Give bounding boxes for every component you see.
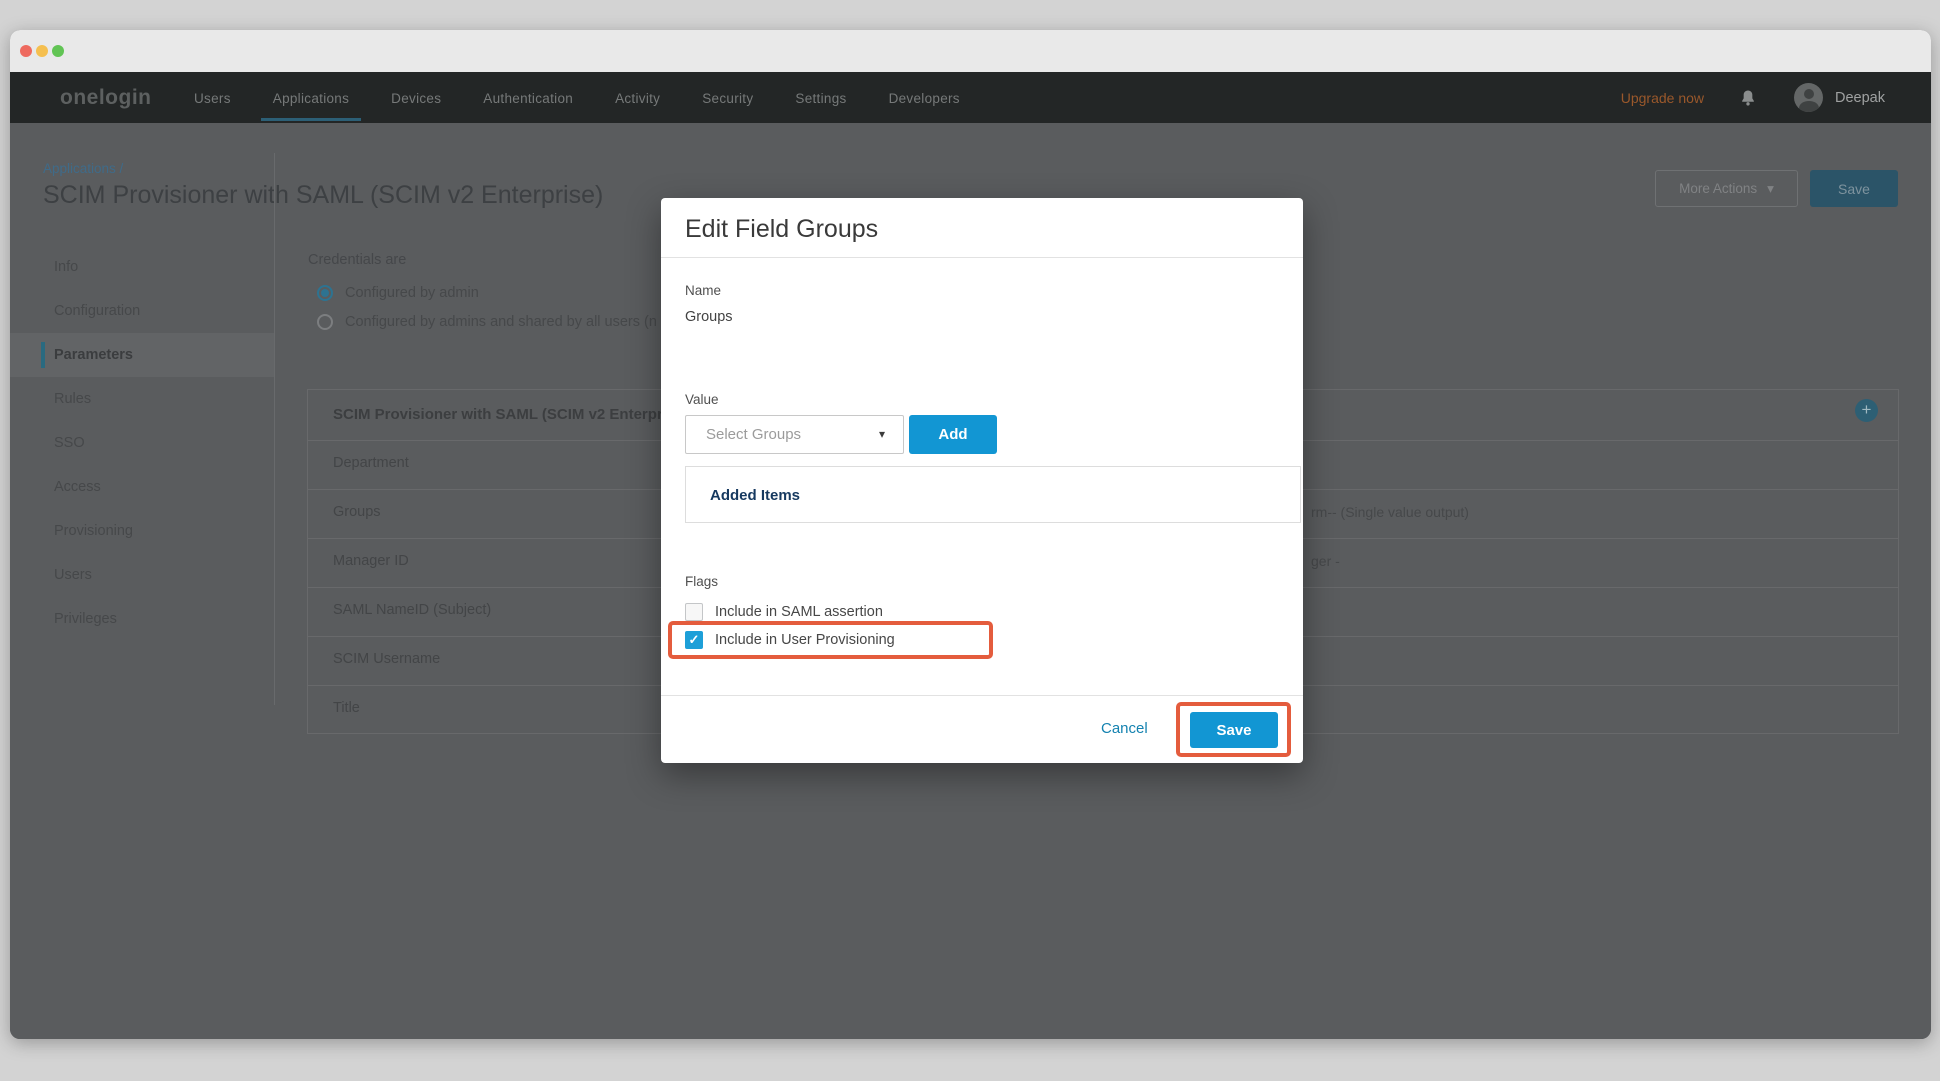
edit-field-groups-modal: Edit Field Groups Name Groups Value Sele…	[661, 198, 1303, 763]
notifications-bell-icon[interactable]	[1738, 88, 1758, 108]
upgrade-now-link[interactable]: Upgrade now	[1621, 90, 1704, 106]
radio-configured-by-admin[interactable]	[317, 285, 333, 301]
chevron-down-icon: ▾	[1767, 181, 1774, 197]
nav-item-devices[interactable]: Devices	[379, 72, 453, 123]
nav-item-applications[interactable]: Applications	[261, 72, 361, 123]
sidebar-item-info[interactable]: Info	[10, 245, 274, 289]
added-items-box: Added Items	[685, 466, 1301, 523]
modal-save-button[interactable]: Save	[1190, 712, 1278, 748]
nav-item-activity[interactable]: Activity	[603, 72, 672, 123]
radio-configured-shared[interactable]	[317, 314, 333, 330]
zoom-window-button[interactable]	[52, 45, 64, 57]
more-actions-button[interactable]: More Actions ▾	[1655, 170, 1798, 207]
navbar-right: Upgrade now Deepak	[1621, 72, 1931, 123]
chevron-down-icon: ▾	[879, 427, 885, 441]
app-window: onelogin Users Applications Devices Auth…	[10, 30, 1931, 1039]
cancel-button[interactable]: Cancel	[1101, 720, 1148, 737]
sidebar-item-privileges[interactable]: Privileges	[10, 597, 274, 641]
add-parameter-button[interactable]: +	[1855, 399, 1878, 422]
sidebar-item-rules[interactable]: Rules	[10, 377, 274, 421]
sidebar-item-provisioning[interactable]: Provisioning	[10, 509, 274, 553]
name-value: Groups	[685, 309, 733, 325]
sidebar-item-sso[interactable]: SSO	[10, 421, 274, 465]
breadcrumb[interactable]: Applications /	[43, 161, 123, 176]
table-row-groups-value: rm-- (Single value output)	[1311, 504, 1469, 520]
user-name: Deepak	[1835, 90, 1885, 106]
nav-item-developers[interactable]: Developers	[877, 72, 972, 123]
avatar-person-icon	[1804, 89, 1814, 99]
select-placeholder: Select Groups	[706, 426, 801, 443]
sidebar-item-users[interactable]: Users	[10, 553, 274, 597]
modal-header-divider	[661, 257, 1303, 258]
added-items-label: Added Items	[710, 487, 800, 504]
onelogin-logo[interactable]: onelogin	[60, 72, 152, 123]
modal-footer-divider	[661, 695, 1303, 696]
credentials-label: Credentials are	[308, 252, 406, 268]
checkbox-unchecked-icon[interactable]	[685, 603, 703, 621]
flags-label: Flags	[685, 574, 718, 589]
sidebar-item-parameters[interactable]: Parameters	[10, 333, 274, 377]
table-row-manager-value: ger -	[1311, 553, 1340, 569]
window-titlebar	[10, 30, 1931, 72]
main-nav: Users Applications Devices Authenticatio…	[173, 72, 981, 123]
sidebar-item-configuration[interactable]: Configuration	[10, 289, 274, 333]
user-avatar[interactable]	[1794, 83, 1823, 112]
minimize-window-button[interactable]	[36, 45, 48, 57]
sidebar-item-access[interactable]: Access	[10, 465, 274, 509]
add-button[interactable]: Add	[909, 415, 997, 454]
table-header: SCIM Provisioner with SAML (SCIM v2 Ente…	[333, 406, 675, 423]
name-label: Name	[685, 283, 721, 298]
nav-item-users[interactable]: Users	[182, 72, 243, 123]
close-window-button[interactable]	[20, 45, 32, 57]
sidebar-divider	[274, 153, 275, 705]
modal-title: Edit Field Groups	[685, 215, 878, 244]
nav-item-authentication[interactable]: Authentication	[471, 72, 585, 123]
nav-item-settings[interactable]: Settings	[783, 72, 858, 123]
value-label: Value	[685, 392, 719, 407]
screen: onelogin Users Applications Devices Auth…	[0, 0, 1940, 1081]
nav-item-security[interactable]: Security	[690, 72, 765, 123]
top-navbar: onelogin Users Applications Devices Auth…	[10, 72, 1931, 123]
header-save-button[interactable]: Save	[1810, 170, 1898, 207]
page-title: SCIM Provisioner with SAML (SCIM v2 Ente…	[43, 181, 603, 210]
checkbox-checked-icon[interactable]: ✓	[685, 631, 703, 649]
select-groups-dropdown[interactable]: Select Groups ▾	[685, 415, 904, 454]
